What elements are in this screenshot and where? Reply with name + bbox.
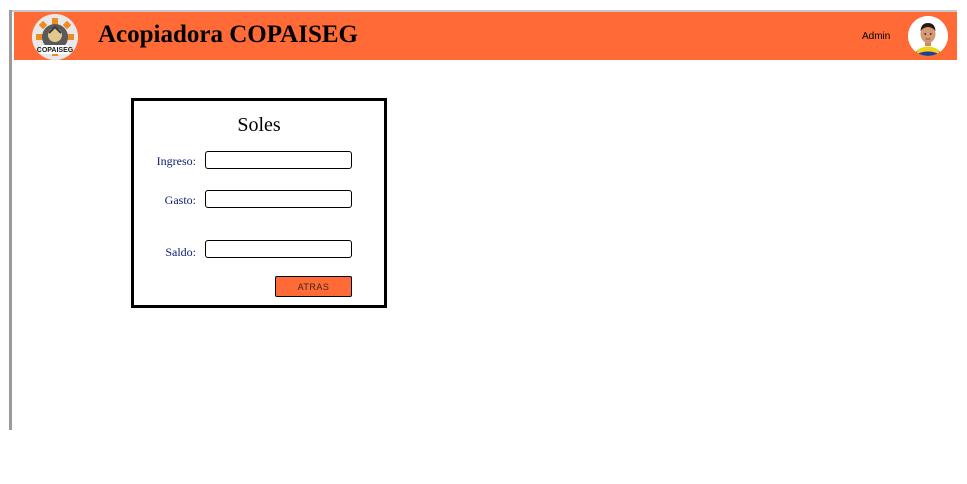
saldo-input[interactable] (205, 240, 352, 258)
company-logo-icon[interactable]: COPAISEG (32, 14, 78, 60)
left-divider (9, 10, 12, 430)
ingreso-label: Ingreso: (156, 154, 196, 168)
user-name-label[interactable]: Admin (862, 31, 890, 42)
user-avatar-icon[interactable] (908, 16, 948, 56)
gasto-label: Gasto: (164, 193, 196, 207)
ingreso-input[interactable] (205, 151, 352, 169)
app-header: COPAISEG Acopiadora COPAISEG Admin (14, 12, 957, 60)
back-button[interactable]: ATRAS (275, 276, 352, 297)
soles-panel: Soles Ingreso: Gasto: Saldo: ATRAS (131, 98, 387, 308)
page: COPAISEG Acopiadora COPAISEG Admin Soles… (0, 0, 967, 484)
panel-title: Soles (237, 114, 281, 136)
logo-wordmark: COPAISEG (37, 47, 74, 54)
app-title: Acopiadora COPAISEG (98, 21, 358, 48)
saldo-label: Saldo: (165, 245, 196, 259)
gasto-input[interactable] (205, 190, 352, 208)
